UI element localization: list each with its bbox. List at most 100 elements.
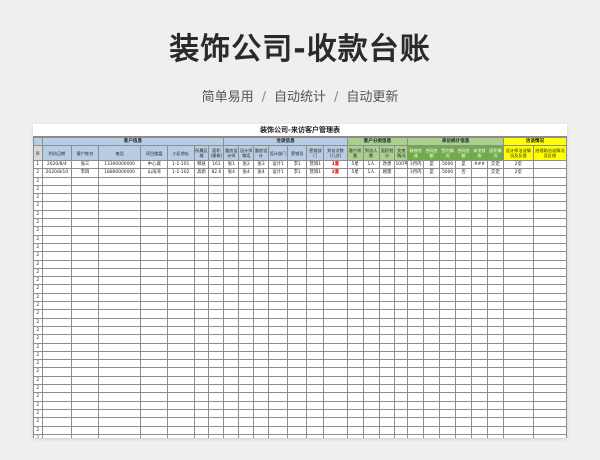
table-cell[interactable] bbox=[41, 342, 73, 352]
table-cell[interactable]: 2 bbox=[33, 234, 43, 244]
table-cell[interactable] bbox=[486, 193, 504, 203]
table-cell[interactable] bbox=[346, 334, 364, 344]
table-cell[interactable] bbox=[267, 309, 289, 319]
table-cell[interactable] bbox=[378, 259, 396, 269]
table-cell[interactable] bbox=[532, 433, 567, 438]
table-cell[interactable] bbox=[455, 350, 472, 361]
table-cell[interactable] bbox=[362, 400, 380, 410]
table-cell[interactable] bbox=[362, 193, 380, 203]
table-cell[interactable] bbox=[287, 408, 308, 419]
table-cell[interactable]: 改善 bbox=[378, 159, 396, 170]
table-cell[interactable] bbox=[362, 226, 380, 236]
table-cell[interactable] bbox=[71, 259, 99, 269]
table-cell[interactable] bbox=[287, 375, 308, 386]
table-cell[interactable] bbox=[140, 350, 168, 361]
table-cell[interactable] bbox=[532, 168, 567, 178]
table-cell[interactable]: 2020/8/10 bbox=[41, 168, 73, 178]
table-cell[interactable]: 张4 bbox=[253, 168, 269, 178]
table-cell[interactable] bbox=[166, 317, 195, 327]
table-cell[interactable] bbox=[439, 400, 457, 410]
table-cell[interactable] bbox=[71, 317, 99, 327]
table-cell[interactable] bbox=[306, 359, 325, 369]
table-cell[interactable] bbox=[323, 408, 348, 419]
table-cell[interactable] bbox=[41, 251, 73, 261]
table-cell[interactable] bbox=[267, 425, 289, 435]
table-cell[interactable] bbox=[97, 184, 142, 195]
table-cell[interactable] bbox=[166, 309, 195, 319]
table-cell[interactable] bbox=[532, 276, 567, 286]
table-cell[interactable]: 张三 bbox=[71, 159, 99, 170]
table-cell[interactable] bbox=[471, 383, 488, 394]
table-cell[interactable] bbox=[502, 234, 534, 244]
table-cell[interactable] bbox=[323, 276, 348, 286]
table-cell[interactable] bbox=[193, 234, 210, 244]
table-cell[interactable] bbox=[166, 234, 195, 244]
table-cell[interactable] bbox=[439, 193, 457, 203]
table-cell[interactable] bbox=[267, 284, 289, 294]
table-cell[interactable] bbox=[238, 292, 255, 303]
table-cell[interactable] bbox=[193, 383, 210, 394]
table-cell[interactable] bbox=[306, 383, 325, 394]
table-cell[interactable] bbox=[223, 350, 240, 361]
table-cell[interactable] bbox=[455, 408, 472, 419]
table-cell[interactable]: 是 bbox=[423, 159, 441, 170]
table-cell[interactable] bbox=[140, 325, 168, 336]
table-cell[interactable] bbox=[267, 433, 289, 438]
table-cell[interactable] bbox=[486, 267, 504, 278]
table-cell[interactable] bbox=[166, 383, 195, 394]
table-cell[interactable] bbox=[97, 433, 142, 438]
table-cell[interactable] bbox=[41, 417, 73, 427]
table-cell[interactable] bbox=[455, 284, 472, 294]
table-cell[interactable] bbox=[223, 417, 240, 427]
table-cell[interactable] bbox=[97, 284, 142, 294]
table-cell[interactable]: 张4 bbox=[223, 168, 240, 178]
table-cell[interactable] bbox=[166, 267, 195, 278]
table-cell[interactable] bbox=[471, 350, 488, 361]
table-cell[interactable] bbox=[223, 259, 240, 269]
table-cell[interactable] bbox=[394, 176, 409, 186]
table-cell[interactable] bbox=[71, 209, 99, 220]
table-cell[interactable] bbox=[407, 350, 425, 361]
table-cell[interactable] bbox=[394, 359, 409, 369]
table-cell[interactable] bbox=[253, 292, 269, 303]
table-cell[interactable] bbox=[238, 383, 255, 394]
table-cell[interactable] bbox=[166, 425, 195, 435]
table-cell[interactable] bbox=[439, 242, 457, 253]
table-cell[interactable] bbox=[362, 367, 380, 377]
table-cell[interactable] bbox=[486, 201, 504, 211]
table-cell[interactable] bbox=[267, 209, 289, 220]
table-cell[interactable] bbox=[208, 234, 225, 244]
table-cell[interactable] bbox=[407, 375, 425, 386]
table-cell[interactable] bbox=[166, 276, 195, 286]
table-cell[interactable]: 张1 bbox=[223, 159, 240, 170]
table-cell[interactable] bbox=[439, 425, 457, 435]
table-cell[interactable] bbox=[471, 359, 488, 369]
table-cell[interactable] bbox=[41, 433, 73, 438]
table-cell[interactable] bbox=[394, 292, 409, 303]
table-cell[interactable] bbox=[287, 242, 308, 253]
table-cell[interactable]: 2 bbox=[33, 251, 43, 261]
table-cell[interactable] bbox=[193, 400, 210, 410]
table-cell[interactable] bbox=[41, 325, 73, 336]
table-cell[interactable] bbox=[346, 259, 364, 269]
table-cell[interactable] bbox=[532, 400, 567, 410]
table-cell[interactable] bbox=[267, 201, 289, 211]
table-cell[interactable] bbox=[140, 234, 168, 244]
table-cell[interactable] bbox=[362, 259, 380, 269]
table-cell[interactable] bbox=[97, 350, 142, 361]
table-cell[interactable] bbox=[208, 209, 225, 220]
table-cell[interactable] bbox=[41, 267, 73, 278]
table-cell[interactable] bbox=[362, 383, 380, 394]
table-cell[interactable] bbox=[238, 400, 255, 410]
table-cell[interactable] bbox=[323, 184, 348, 195]
table-cell[interactable] bbox=[486, 226, 504, 236]
table-cell[interactable] bbox=[471, 392, 488, 402]
table-cell[interactable] bbox=[486, 359, 504, 369]
table-cell[interactable] bbox=[486, 209, 504, 220]
table-cell[interactable] bbox=[502, 417, 534, 427]
table-cell[interactable] bbox=[471, 309, 488, 319]
table-cell[interactable] bbox=[306, 226, 325, 236]
table-cell[interactable] bbox=[208, 359, 225, 369]
table-cell[interactable] bbox=[166, 375, 195, 386]
table-cell[interactable] bbox=[71, 325, 99, 336]
